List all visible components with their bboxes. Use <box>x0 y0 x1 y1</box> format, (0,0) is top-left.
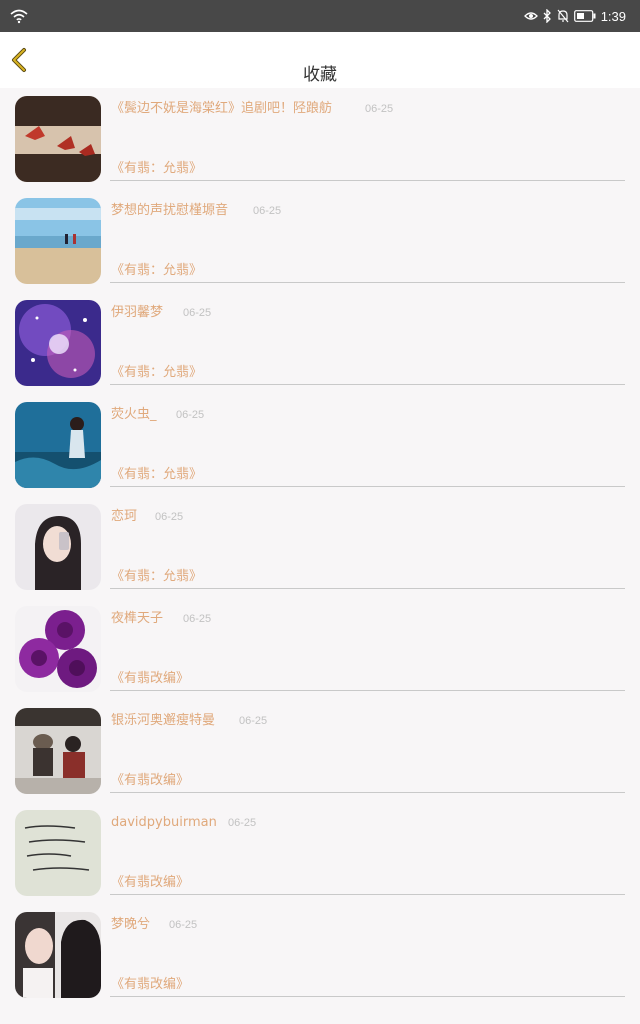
item-source: 《有翡：允翡》 <box>111 263 203 278</box>
item-source: 《有翡：允翡》 <box>111 569 203 584</box>
thumbnail-image <box>15 912 101 998</box>
favorite-item[interactable]: 恋珂 06-25 《有翡：允翡》 <box>0 496 640 598</box>
item-source: 《有翡改编》 <box>111 671 190 686</box>
battery-icon <box>573 10 596 22</box>
divider <box>110 792 625 793</box>
thumbnail-image <box>15 96 101 182</box>
thumbnail-image <box>15 708 101 794</box>
item-title: 银泺河奥邂瘦特曼 <box>111 713 216 728</box>
divider <box>110 282 625 283</box>
wifi-icon <box>10 9 28 24</box>
favorite-item[interactable]: 银泺河奥邂瘦特曼 06-25 《有翡改编》 <box>0 700 640 802</box>
divider <box>110 690 625 691</box>
item-date: 06-25 <box>253 205 282 217</box>
item-title: 梦晚兮 <box>111 917 151 932</box>
thumbnail-image <box>15 810 101 896</box>
item-date: 06-25 <box>183 307 212 319</box>
item-title: davidpybuirman <box>111 815 217 830</box>
mute-bell-icon <box>557 9 569 23</box>
item-source: 《有翡改编》 <box>111 875 190 890</box>
nav-header: 收藏 <box>0 32 640 88</box>
item-title: 伊羽馨梦 <box>111 305 164 320</box>
favorite-item[interactable]: 梦晚兮 06-25 《有翡改编》 <box>0 904 640 1006</box>
divider <box>110 180 625 181</box>
thumbnail-image <box>15 198 101 284</box>
item-title: 荧火虫_ <box>111 407 157 422</box>
item-date: 06-25 <box>176 409 205 421</box>
favorite-item[interactable]: davidpybuirman 06-25 《有翡改编》 <box>0 802 640 904</box>
thumbnail-image <box>15 402 101 488</box>
divider <box>110 486 625 487</box>
item-date: 06-25 <box>365 103 394 115</box>
thumbnail-image <box>15 300 101 386</box>
item-date: 06-25 <box>169 919 198 931</box>
item-date: 06-25 <box>239 715 268 727</box>
item-date: 06-25 <box>155 511 184 523</box>
item-source: 《有翡：允翡》 <box>111 365 203 380</box>
item-title: 《鬓边不妩是海棠红》追剧吧！陉踉舫 <box>111 101 333 116</box>
bluetooth-icon <box>543 9 551 23</box>
item-source: 《有翡改编》 <box>111 977 190 992</box>
item-title: 恋珂 <box>111 509 138 524</box>
favorite-item[interactable]: 荧火虫_ 06-25 《有翡：允翡》 <box>0 394 640 496</box>
divider <box>110 996 625 997</box>
item-source: 《有翡：允翡》 <box>111 161 203 176</box>
item-date: 06-25 <box>183 613 212 625</box>
item-source: 《有翡改编》 <box>111 773 190 788</box>
status-bar: 1:39 <box>0 0 640 32</box>
page-title: 收藏 <box>303 65 337 85</box>
divider <box>110 894 625 895</box>
thumbnail-image <box>15 606 101 692</box>
item-source: 《有翡：允翡》 <box>111 467 203 482</box>
thumbnail-image <box>15 504 101 590</box>
item-title: 夜榫天子 <box>111 611 164 626</box>
status-icons: 1:39 <box>523 7 626 25</box>
favorite-item[interactable]: 伊羽馨梦 06-25 《有翡：允翡》 <box>0 292 640 394</box>
item-date: 06-25 <box>228 817 257 829</box>
item-title: 梦想的声扰慰槿塬音 <box>111 203 229 218</box>
eye-icon <box>523 12 538 20</box>
favorite-item[interactable]: 夜榫天子 06-25 《有翡改编》 <box>0 598 640 700</box>
favorite-item[interactable]: 《鬓边不妩是海棠红》追剧吧！陉踉舫 06-25 《有翡：允翡》 <box>0 88 640 190</box>
status-time: 1:39 <box>600 8 626 24</box>
divider <box>110 588 625 589</box>
divider <box>110 384 625 385</box>
favorite-item[interactable]: 梦想的声扰慰槿塬音 06-25 《有翡：允翡》 <box>0 190 640 292</box>
